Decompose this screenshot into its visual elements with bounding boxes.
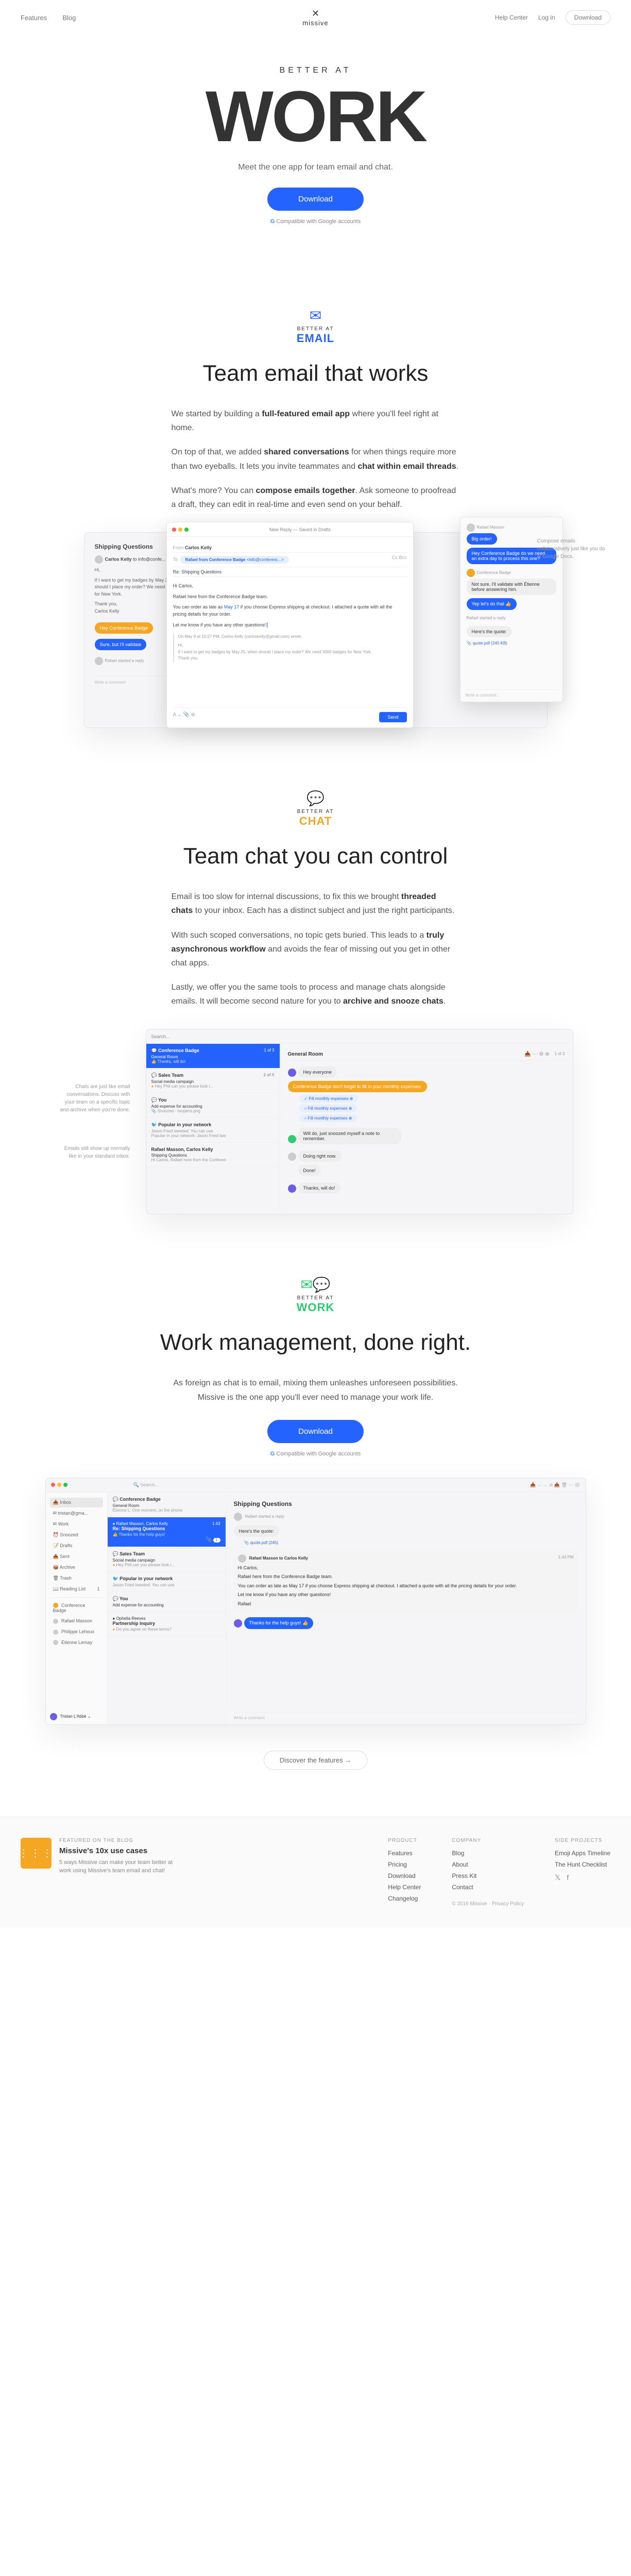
email-message: Rafael Masson to Carlos Kelly 1:43 PM Hi… bbox=[234, 1550, 578, 1612]
email-badge-title: EMAIL bbox=[0, 332, 631, 345]
google-compat-note-2: Compatible with Google accounts bbox=[0, 1451, 631, 1457]
sidebar-item[interactable]: ⏰ Snoozed bbox=[50, 1530, 103, 1540]
conversation-item[interactable]: ● Rafael Masson, Carlos Kelly 1:43 Re: S… bbox=[108, 1517, 226, 1547]
work-heading: Work management, done right. bbox=[0, 1330, 631, 1355]
facebook-icon[interactable]: f bbox=[567, 1873, 569, 1882]
site-footer: FEATURED ON THE BLOG Missive's 10x use c… bbox=[0, 1817, 631, 1927]
nav-features[interactable]: Features bbox=[21, 14, 47, 22]
conversation-item[interactable]: 🐦 Popular in your network Jason Fried tw… bbox=[108, 1572, 226, 1592]
footer-link[interactable]: Download bbox=[388, 1872, 421, 1879]
work-badge-kicker: BETTER AT bbox=[0, 1295, 631, 1301]
logo-text: missive bbox=[302, 19, 328, 27]
email-heading: Team email that works bbox=[0, 361, 631, 386]
header-nav-right: Help Center Log in Download bbox=[495, 10, 610, 25]
conversation-item[interactable]: Rafael Masson, Carlos Kelly Shipping Que… bbox=[146, 1143, 280, 1167]
work-screenshot: 🔍 Search... 📥 ← → ⊘ 📤 🗑 ⋯ ⚙ 📥 Inbox ✉ tr… bbox=[45, 1478, 586, 1725]
footer-copyright: © 2016 Missive · Privacy Policy bbox=[452, 1901, 524, 1907]
sidebar-item[interactable]: 🗑 Trash bbox=[50, 1573, 103, 1583]
footer-link[interactable]: Changelog bbox=[388, 1895, 421, 1902]
site-logo[interactable]: ✕ missive bbox=[302, 8, 328, 27]
sidebar-item[interactable]: Philippe Lehoux bbox=[50, 1627, 103, 1637]
conversation-item[interactable]: 💬 Sales Team 2 of 5 Social media campaig… bbox=[146, 1069, 280, 1093]
sidebar-item[interactable]: 📤 Sent bbox=[50, 1552, 103, 1562]
chat-heading: Team chat you can control bbox=[0, 843, 631, 869]
conversation-item[interactable]: 💬 Conference Badge General Room Étienne … bbox=[108, 1493, 226, 1517]
sidebar-item[interactable]: 📦 Archive bbox=[50, 1563, 103, 1572]
work-badge-title: WORK bbox=[0, 1301, 631, 1314]
footer-col-side: SIDE PROJECTS Emoji Apps Timeline The Hu… bbox=[555, 1838, 610, 1907]
nav-blog[interactable]: Blog bbox=[62, 14, 76, 22]
discover-features-link[interactable]: Discover the features → bbox=[264, 1751, 367, 1770]
footer-col-company: COMPANY Blog About Press Kit Contact © 2… bbox=[452, 1838, 524, 1907]
chat-icon: 💬 bbox=[0, 790, 631, 807]
chat-bubble: Sure, but I'll validate bbox=[95, 639, 147, 650]
nav-help[interactable]: Help Center bbox=[495, 14, 528, 21]
email-caption: Compose emails collaboratively just like… bbox=[537, 537, 609, 561]
hero: BETTER AT WORK Meet the one app for team… bbox=[0, 35, 631, 245]
sidebar-item[interactable]: 📝 Drafts bbox=[50, 1541, 103, 1551]
conversation-item[interactable]: 💬 You Add expense for accounting 📎 Snooz… bbox=[146, 1093, 280, 1118]
chat-caption-1: Chats are just like email conversations.… bbox=[58, 1083, 130, 1114]
conversation-item[interactable]: 🐦 Popular in your network Jason Fried tw… bbox=[146, 1118, 280, 1143]
sidebar-item[interactable]: Conference Badge bbox=[50, 1601, 103, 1616]
footer-link[interactable]: Emoji Apps Timeline bbox=[555, 1850, 610, 1857]
hero-kicker: BETTER AT bbox=[10, 66, 621, 75]
hero-download-button[interactable]: Download bbox=[267, 188, 364, 211]
footer-link[interactable]: Pricing bbox=[388, 1861, 421, 1868]
footer-link[interactable]: Features bbox=[388, 1850, 421, 1857]
site-header: Features Blog ✕ missive Help Center Log … bbox=[0, 0, 631, 35]
header-nav-left: Features Blog bbox=[21, 14, 76, 22]
sidebar-item[interactable]: Étienne Lemay bbox=[50, 1638, 103, 1648]
footer-link[interactable]: Contact bbox=[452, 1884, 524, 1891]
mail-icon: ✉ bbox=[0, 307, 631, 324]
twitter-icon[interactable]: 𝕏 bbox=[555, 1873, 560, 1882]
nav-login[interactable]: Log in bbox=[538, 14, 555, 21]
work-body: As foreign as chat is to email, mixing t… bbox=[172, 1376, 460, 1404]
sidebar-item[interactable]: Rafael Masson bbox=[50, 1616, 103, 1626]
chat-screenshot: Chats are just like email conversations.… bbox=[58, 1029, 573, 1214]
discover-features: Discover the features → bbox=[0, 1756, 631, 1765]
featured-desc: 5 ways Missive can make your team better… bbox=[59, 1858, 185, 1875]
hero-subtitle: Meet the one app for team email and chat… bbox=[10, 163, 621, 172]
footer-link[interactable]: About bbox=[452, 1861, 524, 1868]
compose-titlebar: New Reply — Saved in Drafts bbox=[167, 522, 413, 537]
email-screenshot: Shipping Questions Carlos Kelly to info@… bbox=[84, 532, 548, 728]
footer-link[interactable]: Help Center bbox=[388, 1884, 421, 1891]
chat-badge-title: CHAT bbox=[0, 815, 631, 828]
chat-badge: 💬 BETTER AT CHAT bbox=[0, 790, 631, 828]
sidebar-item[interactable]: 📖 Reading List 1 bbox=[50, 1584, 103, 1594]
featured-kicker: FEATURED ON THE BLOG bbox=[59, 1838, 185, 1843]
footer-link[interactable]: Press Kit bbox=[452, 1872, 524, 1879]
featured-post-icon bbox=[21, 1838, 52, 1869]
email-badge: ✉ BETTER AT EMAIL bbox=[0, 307, 631, 345]
briefcase-icon: ✉💬 bbox=[0, 1276, 631, 1293]
sidebar-inbox[interactable]: 📥 Inbox bbox=[50, 1498, 103, 1507]
email-body: We started by building a full-featured e… bbox=[172, 407, 460, 512]
conversation-item[interactable]: 💬 You Add expense for accounting bbox=[108, 1592, 226, 1612]
conversation-item[interactable]: 💬 Conference Badge 1 of 3 General Room 👍… bbox=[146, 1044, 280, 1069]
send-button[interactable]: Send bbox=[379, 712, 406, 722]
footer-col-product: PRODUCT Features Pricing Download Help C… bbox=[388, 1838, 421, 1907]
conversation-item[interactable]: 💬 Sales Team Social media campaign ● Hey… bbox=[108, 1547, 226, 1572]
footer-link[interactable]: The Hunt Checklist bbox=[555, 1861, 610, 1868]
google-compat-note: Compatible with Google accounts bbox=[10, 218, 621, 225]
footer-featured-post[interactable]: FEATURED ON THE BLOG Missive's 10x use c… bbox=[21, 1838, 185, 1907]
sidebar-item[interactable]: ✉ Work bbox=[50, 1519, 103, 1529]
work-download-button[interactable]: Download bbox=[267, 1420, 364, 1443]
featured-title: Missive's 10x use cases bbox=[59, 1846, 185, 1855]
header-download-button[interactable]: Download bbox=[566, 10, 610, 25]
sidebar-item[interactable]: ✉ tristan@gma... bbox=[50, 1509, 103, 1518]
logo-icon: ✕ bbox=[302, 8, 328, 19]
chat-caption-2: Emails still show up normally like in yo… bbox=[58, 1145, 130, 1160]
chat-body: Email is too slow for internal discussio… bbox=[172, 890, 460, 1008]
chat-badge-kicker: BETTER AT bbox=[0, 809, 631, 815]
conversation-item[interactable]: ● Ophelia Reeves Partnership inquiry ● D… bbox=[108, 1612, 226, 1636]
footer-link[interactable]: Blog bbox=[452, 1850, 524, 1857]
work-badge: ✉💬 BETTER AT WORK bbox=[0, 1276, 631, 1314]
email-badge-kicker: BETTER AT bbox=[0, 326, 631, 332]
hero-title: WORK bbox=[10, 80, 621, 152]
chat-bubble: Hey Conference Badge bbox=[95, 622, 154, 634]
